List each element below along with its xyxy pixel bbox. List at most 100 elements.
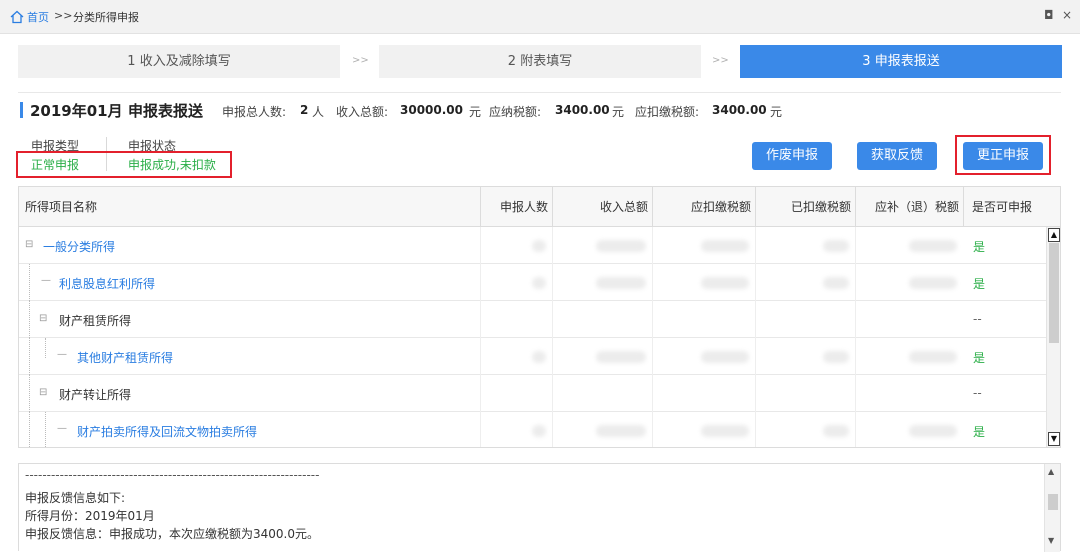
cell-income (552, 227, 652, 264)
can-declare-flag: 是 (973, 351, 986, 365)
table-row[interactable]: — 其他财产租赁所得 是 (19, 338, 1046, 375)
title-accent-bar (20, 102, 23, 118)
income-label: 收入总额: (336, 105, 389, 119)
withhold-unit: 元 (770, 105, 783, 119)
cell-people (480, 375, 552, 412)
feedback-scroll-down-icon[interactable]: ▼ (1048, 536, 1054, 545)
get-feedback-button[interactable]: 获取反馈 (857, 142, 937, 170)
table-scroll-thumb[interactable] (1049, 243, 1059, 343)
col-income: 收入总额 (552, 187, 652, 227)
cell-people (480, 412, 552, 447)
cell-refund (855, 264, 963, 301)
total-people-label: 申报总人数: (222, 105, 287, 119)
feedback-title: 申报反馈信息如下: (25, 491, 126, 505)
table-header: 所得项目名称 申报人数 收入总额 应扣缴税额 已扣缴税额 应补（退）税额 是否可… (19, 187, 1060, 227)
col-item-name: 所得项目名称 (25, 200, 98, 214)
can-declare-flag: 是 (973, 425, 986, 439)
correct-button-highlight-box (955, 135, 1051, 175)
cell-people (480, 227, 552, 264)
cell-paid (755, 412, 855, 447)
can-declare-flag: 是 (973, 277, 986, 291)
item-name[interactable]: 财产租赁所得 (59, 312, 131, 329)
table-row[interactable]: ⊟ 财产租赁所得 -- (19, 301, 1046, 338)
feedback-month: 所得月份：2019年01月 (25, 509, 155, 523)
tax-unit: 元 (612, 105, 625, 119)
home-icon[interactable] (10, 10, 24, 24)
item-name[interactable]: 利息股息红利所得 (59, 275, 155, 292)
item-name[interactable]: 财产转让所得 (59, 386, 131, 403)
cell-income (552, 264, 652, 301)
feedback-message: 申报反馈信息：申报成功，本次应缴税额为3400.0元。 (25, 527, 319, 541)
close-icon[interactable]: × (1062, 8, 1072, 22)
cell-withhold (652, 264, 755, 301)
tax-value: 3400.00 (555, 103, 610, 117)
step-submit[interactable]: 3 申报表报送 (740, 45, 1062, 78)
total-people-value: 2 (300, 103, 309, 117)
tax-label: 应纳税额: (489, 105, 542, 119)
people-unit: 人 (312, 105, 325, 119)
feedback-scroll-thumb[interactable] (1048, 494, 1058, 510)
col-withhold: 应扣缴税额 (652, 187, 755, 227)
collapse-icon[interactable]: ⊟ (39, 387, 47, 398)
cell-refund (855, 375, 963, 412)
restore-icon[interactable]: ◘ (1044, 8, 1054, 22)
withhold-value: 3400.00 (712, 103, 767, 117)
cell-paid (755, 375, 855, 412)
cell-withhold (652, 301, 755, 338)
breadcrumb-current: 分类所得申报 (73, 11, 139, 24)
status-highlight-box (16, 151, 232, 178)
breadcrumb-separator: >> (54, 9, 73, 22)
cell-refund (855, 227, 963, 264)
item-name[interactable]: 其他财产租赁所得 (77, 349, 173, 366)
cell-paid (755, 264, 855, 301)
feedback-scrollbar[interactable]: ▲ ▼ (1044, 464, 1060, 552)
section-title: 申报表报送 (128, 102, 204, 120)
table-row[interactable]: — 利息股息红利所得 是 (19, 264, 1046, 301)
step-income-fill[interactable]: 1 收入及减除填写 (18, 45, 340, 78)
cell-refund (855, 412, 963, 447)
collapse-icon[interactable]: ⊟ (25, 239, 33, 250)
table-row[interactable]: ⊟ 一般分类所得 是 (19, 227, 1046, 264)
cell-withhold (652, 338, 755, 375)
cell-people (480, 301, 552, 338)
can-declare-flag: 是 (973, 240, 986, 254)
withhold-label: 应扣缴税额: (635, 105, 700, 119)
col-paid: 已扣缴税额 (755, 187, 855, 227)
item-name[interactable]: 一般分类所得 (43, 238, 115, 255)
cell-refund (855, 338, 963, 375)
cell-people (480, 338, 552, 375)
step-arrow-2: >> (712, 55, 729, 66)
step-attachment-fill[interactable]: 2 附表填写 (379, 45, 701, 78)
cell-paid (755, 227, 855, 264)
scroll-down-icon[interactable]: ▼ (1048, 432, 1060, 446)
cell-withhold (652, 227, 755, 264)
table-row[interactable]: ⊟ 财产转让所得 -- (19, 375, 1046, 412)
income-unit: 元 (469, 105, 482, 119)
item-name[interactable]: 财产拍卖所得及回流文物拍卖所得 (77, 423, 257, 440)
step-arrow-1: >> (352, 55, 369, 66)
col-people: 申报人数 (480, 187, 552, 227)
cell-income (552, 375, 652, 412)
cell-refund (855, 301, 963, 338)
breadcrumb-home[interactable]: 首页 (27, 9, 49, 25)
cell-paid (755, 301, 855, 338)
table-row[interactable]: — 财产拍卖所得及回流文物拍卖所得 是 (19, 412, 1046, 447)
period-title: 2019年01月 (30, 102, 123, 120)
col-refund: 应补（退）税额 (855, 187, 963, 227)
feedback-panel: ----------------------------------------… (18, 463, 1061, 552)
cell-income (552, 412, 652, 447)
col-can-declare: 是否可申报 (963, 187, 1060, 227)
cell-paid (755, 338, 855, 375)
can-declare-flag: -- (973, 312, 982, 326)
feedback-divider: ----------------------------------------… (25, 468, 320, 482)
income-value: 30000.00 (400, 103, 464, 117)
cell-people (480, 264, 552, 301)
collapse-icon[interactable]: ⊟ (39, 313, 47, 324)
cell-withhold (652, 375, 755, 412)
cell-withhold (652, 412, 755, 447)
title-bar: 首页 >> 分类所得申报 ◘ × (0, 0, 1080, 34)
cell-income (552, 338, 652, 375)
void-declaration-button[interactable]: 作废申报 (752, 142, 832, 170)
feedback-scroll-up-icon[interactable]: ▲ (1048, 467, 1054, 476)
scroll-up-icon[interactable]: ▲ (1048, 228, 1060, 242)
